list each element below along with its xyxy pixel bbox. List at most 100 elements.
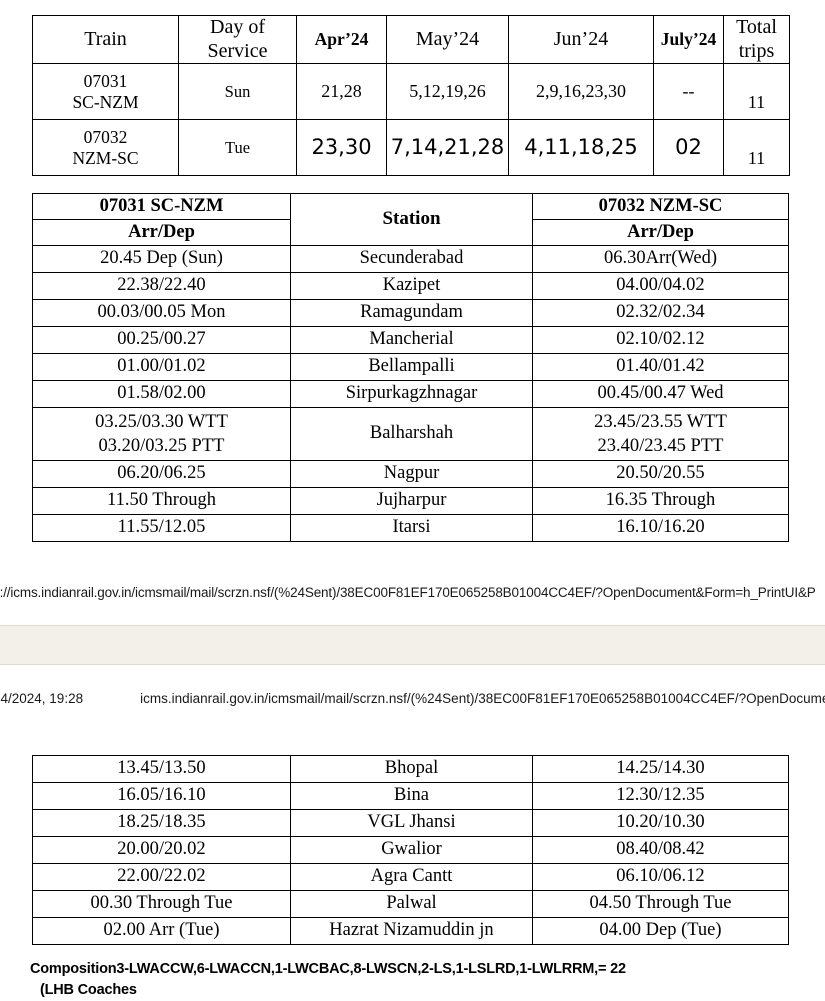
composition-note: Composition3-LWACCW,6-LWACCN,1-LWCBAC,8-… (30, 959, 810, 1001)
cell-station: Mancherial (290, 326, 533, 354)
column-header-total-trips: Total trips (723, 14, 790, 65)
table-header-row: Train Day of Service Apr’24 May’24 Jun’2… (32, 14, 790, 65)
table-row: 07032 NZM-SC Tue 23,30 7,14,21,28 4,11,1… (32, 119, 790, 177)
cell-time-left: 01.00/01.02 (32, 353, 291, 381)
cell-time-right: 08.40/08.42 (532, 836, 789, 864)
cell-time-right: 06.10/06.12 (532, 863, 789, 891)
table-row: 13.45/13.50 Bhopal 14.25/14.30 (32, 755, 789, 783)
cell-time-right: 12.30/12.35 (532, 782, 789, 810)
table-row: 02.00 Arr (Tue) Hazrat Nizamuddin jn 04.… (32, 917, 789, 945)
cell-time-right: 04.50 Through Tue (532, 890, 789, 918)
table-row: 22.00/22.02 Agra Cantt 06.10/06.12 (32, 863, 789, 891)
cell-time-left: 00.25/00.27 (32, 326, 291, 354)
cell-train: 07032 NZM-SC (32, 119, 179, 177)
table-row: 20.00/20.02 Gwalior 08.40/08.42 (32, 836, 789, 864)
schedule-table-top: 07031 SC-NZM Station 07032 NZM-SC Arr/De… (32, 193, 789, 542)
table-row: 01.00/01.02 Bellampalli 01.40/01.42 (32, 353, 789, 381)
table-row: 00.25/00.27 Mancherial 02.10/02.12 (32, 326, 789, 354)
cell-time-right: 06.30Arr(Wed) (532, 245, 789, 273)
day-of-service-line2: Service (207, 39, 268, 62)
column-header-train: Train (32, 14, 179, 65)
cell-station: Nagpur (290, 460, 533, 488)
cell-time-left: 22.38/22.40 (32, 272, 291, 300)
table-row: 06.20/06.25 Nagpur 20.50/20.55 (32, 460, 789, 488)
cell-time-right: 04.00 Dep (Tue) (532, 917, 789, 945)
table-row: 11.55/12.05 Itarsi 16.10/16.20 (32, 514, 789, 542)
table-row: 18.25/18.35 VGL Jhansi 10.20/10.30 (32, 809, 789, 837)
cell-station: Ramagundam (290, 299, 533, 327)
table-row: 07031 SC-NZM Sun 21,28 5,12,19,26 2,9,16… (32, 63, 790, 121)
cell-time-right: 16.35 Through (532, 487, 789, 515)
header-arrdep-left: Arr/Dep (32, 219, 291, 246)
cell-time-left: 11.50 Through (32, 487, 291, 515)
cell-station: Bhopal (290, 755, 533, 783)
train-number: 07031 (83, 71, 128, 92)
table-row: 22.38/22.40 Kazipet 04.00/04.02 (32, 272, 789, 300)
train-route: SC-NZM (72, 91, 139, 112)
day-of-service-line1: Day of (210, 16, 265, 38)
column-header-may: May’24 (386, 14, 509, 65)
print-timestamp: 04/2024, 19:28 (0, 691, 84, 706)
cell-time-left: 16.05/16.10 (32, 782, 291, 810)
cell-july: 02 (653, 119, 724, 177)
cell-time-right: 01.40/01.42 (532, 353, 789, 381)
table-row: 11.50 Through Jujharpur 16.35 Through (32, 487, 789, 515)
schedule-table-bottom: 13.45/13.50 Bhopal 14.25/14.30 16.05/16.… (32, 755, 789, 945)
cell-time-right: 20.50/20.55 (532, 460, 789, 488)
cell-apr: 21,28 (296, 63, 387, 121)
cell-time-right: 14.25/14.30 (532, 755, 789, 783)
cell-time-left: 00.03/00.05 Mon (32, 299, 291, 327)
composition-line1: Composition3-LWACCW,6-LWACCN,1-LWCBAC,8-… (30, 961, 626, 977)
column-header-day-of-service: Day of Service (178, 14, 297, 65)
cell-time-left: 11.55/12.05 (32, 514, 291, 542)
print-header-url: s://icms.indianrail.gov.in/icmsmail/mail… (0, 585, 816, 600)
cell-time-right-ptt: 23.40/23.45 PTT (597, 436, 724, 456)
cell-time-left: 06.20/06.25 (32, 460, 291, 488)
cell-time-left: 22.00/22.02 (32, 863, 291, 891)
cell-time-right: 00.45/00.47 Wed (532, 380, 789, 408)
cell-station: Agra Cantt (290, 863, 533, 891)
cell-time-right: 02.32/02.34 (532, 299, 789, 327)
table-row: 16.05/16.10 Bina 12.30/12.35 (32, 782, 789, 810)
total-trips-line2: trips (738, 39, 775, 62)
cell-day: Tue (178, 119, 297, 177)
train-route: NZM-SC (72, 147, 139, 168)
cell-station: Hazrat Nizamuddin jn (290, 917, 533, 945)
cell-time-right: 16.10/16.20 (532, 514, 789, 542)
cell-station: Sirpurkagzhnagar (290, 380, 533, 408)
cell-total-trips: 11 (723, 119, 790, 177)
table-row: 01.58/02.00 Sirpurkagzhnagar 00.45/00.47… (32, 380, 789, 408)
cell-time-right-wtt: 23.45/23.55 WTT (594, 411, 727, 432)
cell-total-trips: 11 (723, 63, 790, 121)
cell-station: Jujharpur (290, 487, 533, 515)
cell-time-left: 03.25/03.30 WTT 03.20/03.25 PTT (32, 407, 291, 461)
cell-july: -- (653, 63, 724, 121)
table-row: 00.03/00.05 Mon Ramagundam 02.32/02.34 (32, 299, 789, 327)
cell-jun: 4,11,18,25 (508, 119, 654, 177)
train-number: 07032 (83, 127, 128, 148)
cell-jun: 2,9,16,23,30 (508, 63, 654, 121)
header-arrdep-right: Arr/Dep (532, 219, 789, 246)
column-header-july: July’24 (653, 14, 724, 65)
cell-time-left: 20.00/20.02 (32, 836, 291, 864)
cell-may: 7,14,21,28 (386, 119, 509, 177)
cell-station: Itarsi (290, 514, 533, 542)
cell-time-left: 01.58/02.00 (32, 380, 291, 408)
cell-station: Secunderabad (290, 245, 533, 273)
print-footer: 04/2024, 19:28 icms.indianrail.gov.in/ic… (0, 690, 825, 708)
column-header-station: Station (290, 193, 533, 246)
print-footer-url: icms.indianrail.gov.in/icmsmail/mail/scr… (140, 691, 825, 706)
cell-may: 5,12,19,26 (386, 63, 509, 121)
cell-train: 07031 SC-NZM (32, 63, 179, 121)
trip-calendar-table: Train Day of Service Apr’24 May’24 Jun’2… (32, 14, 790, 177)
table-row: 00.30 Through Tue Palwal 04.50 Through T… (32, 890, 789, 918)
cell-time-left-ptt: 03.20/03.25 PTT (98, 436, 225, 456)
column-header-apr: Apr’24 (296, 14, 387, 65)
cell-time-right: 10.20/10.30 (532, 809, 789, 837)
page-break-separator (0, 625, 825, 665)
cell-apr: 23,30 (296, 119, 387, 177)
header-train-07032: 07032 NZM-SC (532, 193, 789, 220)
cell-time-right: 23.45/23.55 WTT 23.40/23.45 PTT (532, 407, 789, 461)
cell-time-left-wtt: 03.25/03.30 WTT (95, 411, 228, 432)
table-row: 20.45 Dep (Sun) Secunderabad 06.30Arr(We… (32, 245, 789, 273)
